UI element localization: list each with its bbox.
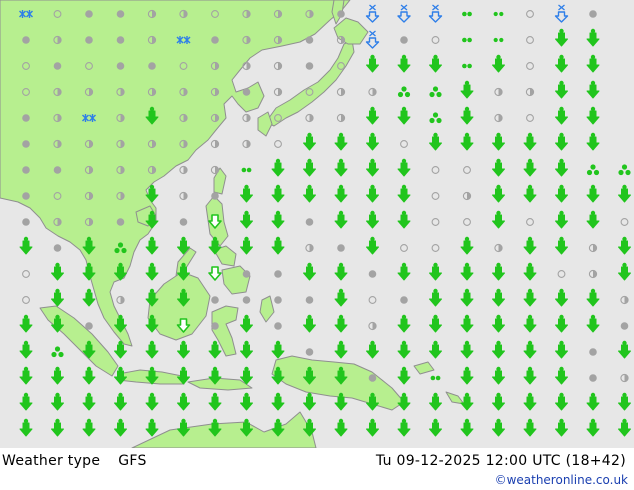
cloudy-filled-dot-icon — [305, 62, 314, 70]
cloudy-filled-dot-icon — [242, 88, 251, 96]
cloudy-filled-dot-icon — [305, 296, 314, 304]
cloudy-filled-dot-icon — [85, 36, 93, 44]
cloudy-filled-dot-icon — [148, 62, 156, 70]
cloudy-filled-dot-icon — [211, 36, 219, 44]
cloudy-filled-dot-icon — [53, 244, 62, 252]
cloudy-filled-dot-icon — [22, 140, 30, 148]
cloudy-filled-dot-icon — [274, 296, 282, 304]
valid-time-label: Tu 09-12-2025 12:00 UTC (18+42) — [375, 453, 626, 469]
map-footer: Weather type GFS Tu 09-12-2025 12:00 UTC … — [0, 448, 634, 490]
map-title: Weather type GFS — [2, 453, 147, 469]
cloudy-filled-dot-icon — [116, 10, 125, 18]
cloudy-filled-dot-icon — [85, 10, 93, 18]
cloudy-filled-dot-icon — [337, 10, 345, 18]
map-canvas — [0, 0, 634, 448]
cloudy-filled-dot-icon — [305, 218, 314, 226]
cloudy-filled-dot-icon — [274, 270, 282, 278]
cloudy-filled-dot-icon — [305, 36, 314, 44]
cloudy-filled-dot-icon — [211, 192, 219, 200]
cloudy-filled-dot-icon — [305, 348, 314, 356]
cloudy-filled-dot-icon — [22, 166, 30, 174]
cloudy-filled-dot-icon — [22, 36, 30, 44]
cloudy-filled-dot-icon — [400, 36, 408, 44]
cloudy-filled-dot-icon — [589, 374, 597, 382]
cloudy-filled-dot-icon — [274, 322, 282, 330]
cloudy-filled-dot-icon — [179, 218, 188, 226]
cloudy-filled-dot-icon — [620, 322, 629, 330]
cloudy-filled-dot-icon — [242, 270, 251, 278]
cloudy-filled-dot-icon — [53, 166, 62, 174]
cloudy-filled-dot-icon — [337, 244, 345, 252]
cloudy-filled-dot-icon — [211, 296, 219, 304]
cloudy-filled-dot-icon — [85, 322, 93, 330]
model-name: GFS — [118, 453, 147, 469]
cloudy-filled-dot-icon — [400, 296, 408, 304]
cloudy-filled-dot-icon — [53, 62, 62, 70]
cloudy-filled-dot-icon — [211, 322, 219, 330]
credit-link[interactable]: ©weatheronline.co.uk — [495, 473, 628, 487]
cloudy-filled-dot-icon — [589, 10, 597, 18]
cloudy-filled-dot-icon — [368, 374, 377, 382]
cloudy-filled-dot-icon — [116, 36, 125, 44]
map-title-label: Weather type — [2, 453, 101, 469]
cloudy-filled-dot-icon — [368, 270, 377, 278]
cloudy-filled-dot-icon — [22, 192, 30, 200]
cloudy-filled-dot-icon — [22, 114, 30, 122]
weather-map — [0, 0, 634, 448]
cloudy-filled-dot-icon — [22, 218, 30, 226]
cloudy-filled-dot-icon — [116, 62, 125, 70]
cloudy-filled-dot-icon — [589, 348, 597, 356]
cloudy-filled-dot-icon — [116, 218, 125, 226]
cloudy-filled-dot-icon — [242, 296, 251, 304]
